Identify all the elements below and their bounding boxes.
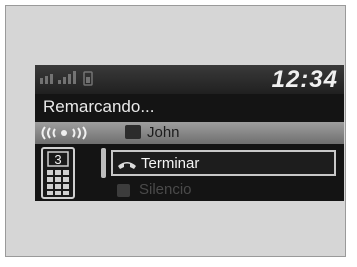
contact-icon (125, 125, 141, 139)
phone-display: 12:34 Remarcando... John 3 Terminar Sile… (35, 65, 344, 201)
menu-item-label: Silencio (139, 181, 192, 198)
contact-name: John (147, 124, 180, 141)
phone-keypad-icon: 3 (41, 147, 75, 199)
status-icons (40, 71, 93, 86)
screenshot-frame: 12:34 Remarcando... John 3 Terminar Sile… (5, 5, 346, 257)
line-number: 3 (54, 152, 61, 167)
contact-row: John (35, 122, 344, 144)
bluetooth-icon (40, 74, 53, 84)
selection-bracket (101, 148, 106, 178)
menu-item-silencio[interactable]: Silencio (111, 179, 336, 201)
battery-icon (83, 71, 93, 86)
mute-icon (117, 184, 130, 197)
calling-signal-icon (41, 126, 87, 140)
hang-up-icon (118, 162, 136, 169)
call-status-text: Remarcando... (43, 97, 155, 116)
menu-item-terminar[interactable]: Terminar (111, 150, 336, 176)
status-bar: 12:34 (35, 65, 344, 94)
signal-strength-icon (58, 71, 76, 84)
menu-item-label: Terminar (141, 155, 200, 172)
clock: 12:34 (271, 66, 338, 93)
